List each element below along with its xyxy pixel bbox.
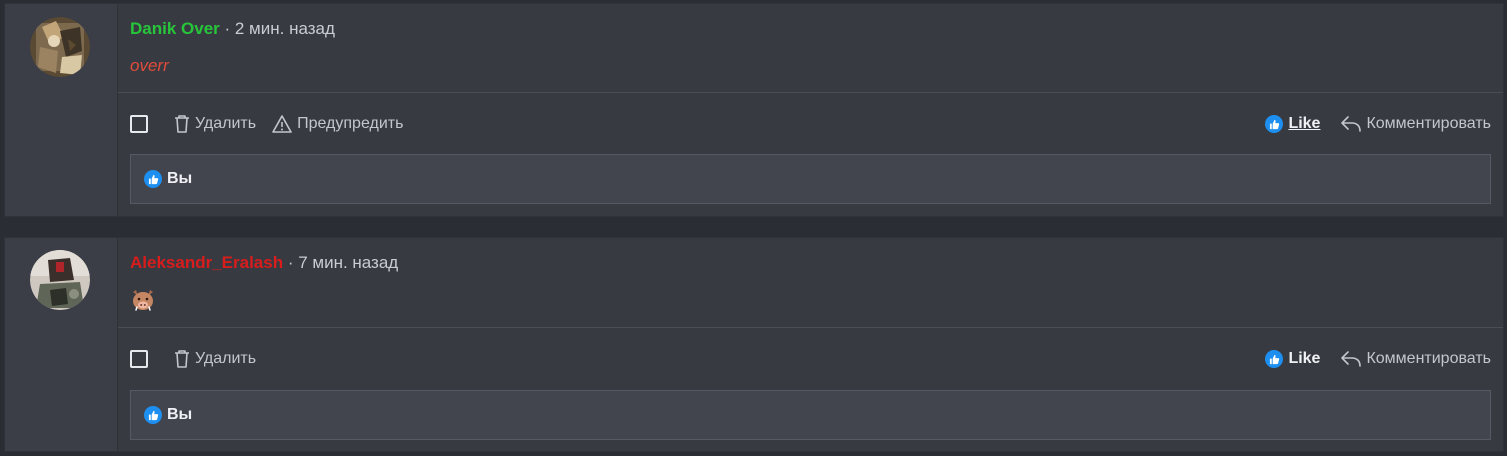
delete-button[interactable]: Удалить <box>173 114 256 134</box>
thumbs-up-icon <box>144 170 162 188</box>
likes-summary: Вы <box>130 390 1491 440</box>
author-name[interactable]: Aleksandr_Eralash <box>130 253 283 272</box>
divider <box>118 327 1503 328</box>
warn-label: Предупредить <box>297 115 404 132</box>
comment-actions: Удалить Like Комментировать <box>130 347 1491 371</box>
reply-arrow-icon <box>1341 351 1362 367</box>
select-checkbox[interactable] <box>130 350 148 368</box>
boar-emoji-icon <box>130 287 156 313</box>
avatar-column <box>5 4 118 216</box>
thumbs-up-icon <box>144 406 162 424</box>
comment-main: Aleksandr_Eralash · 7 мин. назад Удалить… <box>118 238 1503 451</box>
reply-button[interactable]: Комментировать <box>1340 114 1491 134</box>
delete-label: Удалить <box>195 115 257 132</box>
thumbs-up-icon <box>1265 350 1284 368</box>
warning-triangle-icon <box>272 115 292 133</box>
comment-meta: Aleksandr_Eralash · 7 мин. назад <box>130 253 398 273</box>
trash-icon <box>175 115 189 133</box>
divider <box>118 92 1503 93</box>
reply-arrow-icon <box>1341 116 1362 132</box>
likes-summary: Вы <box>130 154 1491 204</box>
reply-label: Комментировать <box>1366 115 1491 132</box>
comment-item: Aleksandr_Eralash · 7 мин. назад Удалить… <box>4 237 1504 452</box>
like-button[interactable]: Like <box>1265 350 1320 368</box>
delete-label: Удалить <box>195 350 257 367</box>
comment-actions: Удалить Предупредить Like Комментировать <box>130 112 1491 136</box>
likes-users-link[interactable]: Вы <box>167 170 192 188</box>
like-label: Like <box>1288 350 1321 367</box>
select-checkbox[interactable] <box>130 115 148 133</box>
avatar[interactable] <box>30 250 90 310</box>
comment-meta: Danik Over · 2 мин. назад <box>130 19 335 39</box>
author-name[interactable]: Danik Over <box>130 19 220 38</box>
like-button[interactable]: Like <box>1265 115 1320 133</box>
comment-body: overr <box>130 56 169 75</box>
trash-icon <box>175 350 189 368</box>
timestamp: · 7 мин. назад <box>283 253 399 272</box>
like-label: Like <box>1288 115 1321 132</box>
delete-button[interactable]: Удалить <box>173 349 256 369</box>
likes-users-link[interactable]: Вы <box>167 406 192 424</box>
avatar[interactable] <box>30 17 90 77</box>
timestamp: · 2 мин. назад <box>219 19 335 38</box>
comment-item: Danik Over · 2 мин. назад overr Удалить … <box>4 3 1504 217</box>
thumbs-up-icon <box>1265 115 1284 133</box>
reply-button[interactable]: Комментировать <box>1340 349 1491 369</box>
avatar-column <box>5 238 118 451</box>
reply-label: Комментировать <box>1366 350 1491 367</box>
comment-main: Danik Over · 2 мин. назад overr Удалить … <box>118 4 1503 216</box>
warn-button[interactable]: Предупредить <box>271 114 403 134</box>
